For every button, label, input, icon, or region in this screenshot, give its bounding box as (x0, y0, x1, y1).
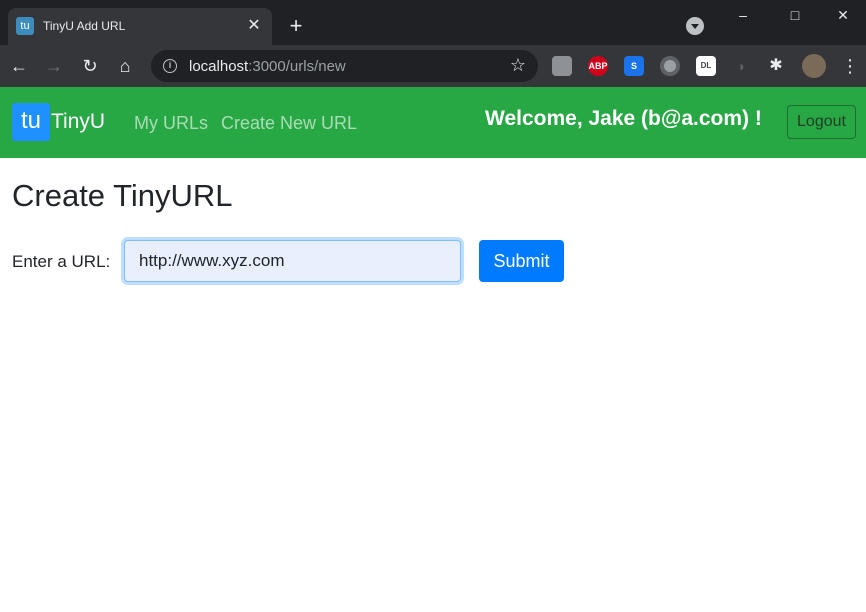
page-title: Create TinyURL (12, 178, 233, 213)
brand-logo[interactable]: tu (12, 103, 50, 141)
tab-favicon-icon: tu (16, 17, 34, 35)
welcome-message: Welcome, Jake (b@a.com) ! (485, 107, 762, 130)
extension-s-icon[interactable]: S (624, 56, 644, 76)
mouse-icon[interactable]: ◗ (732, 56, 752, 76)
adblock-plus-icon[interactable]: ABP (588, 56, 608, 76)
address-url[interactable]: localhost:3000/urls/new (189, 58, 346, 75)
close-window-button[interactable]: ✕ (818, 0, 866, 30)
browser-tab[interactable]: tu TinyU Add URL ✕ (8, 8, 272, 45)
bookmark-star-icon[interactable]: ☆ (510, 55, 526, 76)
reload-icon[interactable]: ↻ (77, 53, 103, 79)
puzzle-extensions-icon[interactable]: ✱ (766, 56, 786, 76)
brand-name[interactable]: TinyU (51, 110, 105, 134)
zoom-dl-icon[interactable]: DL (696, 56, 716, 76)
minimize-button[interactable]: – (718, 0, 768, 30)
url-label: Enter a URL: (12, 252, 111, 271)
browser-menu-icon[interactable]: ⋮ (840, 53, 860, 79)
address-bar[interactable]: i localhost:3000/urls/new ☆ (151, 50, 538, 82)
close-icon[interactable]: ✕ (244, 16, 264, 36)
nav-link-my-urls[interactable]: My URLs (134, 113, 208, 134)
logout-button[interactable]: Logout (787, 105, 856, 139)
maximize-button[interactable]: □ (770, 0, 820, 30)
url-path: :3000/urls/new (248, 58, 346, 75)
browser-tab-strip: tu TinyU Add URL ✕ + – □ ✕ (0, 0, 866, 45)
forward-arrow-icon[interactable]: → (41, 53, 67, 79)
profile-avatar[interactable] (802, 54, 826, 78)
tab-title: TinyU Add URL (43, 19, 126, 33)
home-icon[interactable]: ⌂ (112, 53, 138, 79)
new-tab-button[interactable]: + (284, 14, 308, 38)
back-arrow-icon[interactable]: ← (6, 53, 32, 79)
extension-circle-icon[interactable] (660, 56, 680, 76)
submit-button[interactable]: Submit (479, 240, 564, 282)
nav-link-create-new-url[interactable]: Create New URL (221, 113, 357, 134)
info-icon[interactable]: i (163, 59, 177, 73)
app-navbar: tu TinyU My URLs Create New URL Welcome,… (0, 87, 866, 158)
tab-search-icon[interactable] (686, 17, 704, 35)
browser-toolbar: ← → ↻ ⌂ i localhost:3000/urls/new ☆ ABP … (0, 45, 866, 87)
extension-1-icon[interactable] (552, 56, 572, 76)
url-input[interactable] (124, 240, 461, 282)
url-host: localhost (189, 58, 249, 75)
